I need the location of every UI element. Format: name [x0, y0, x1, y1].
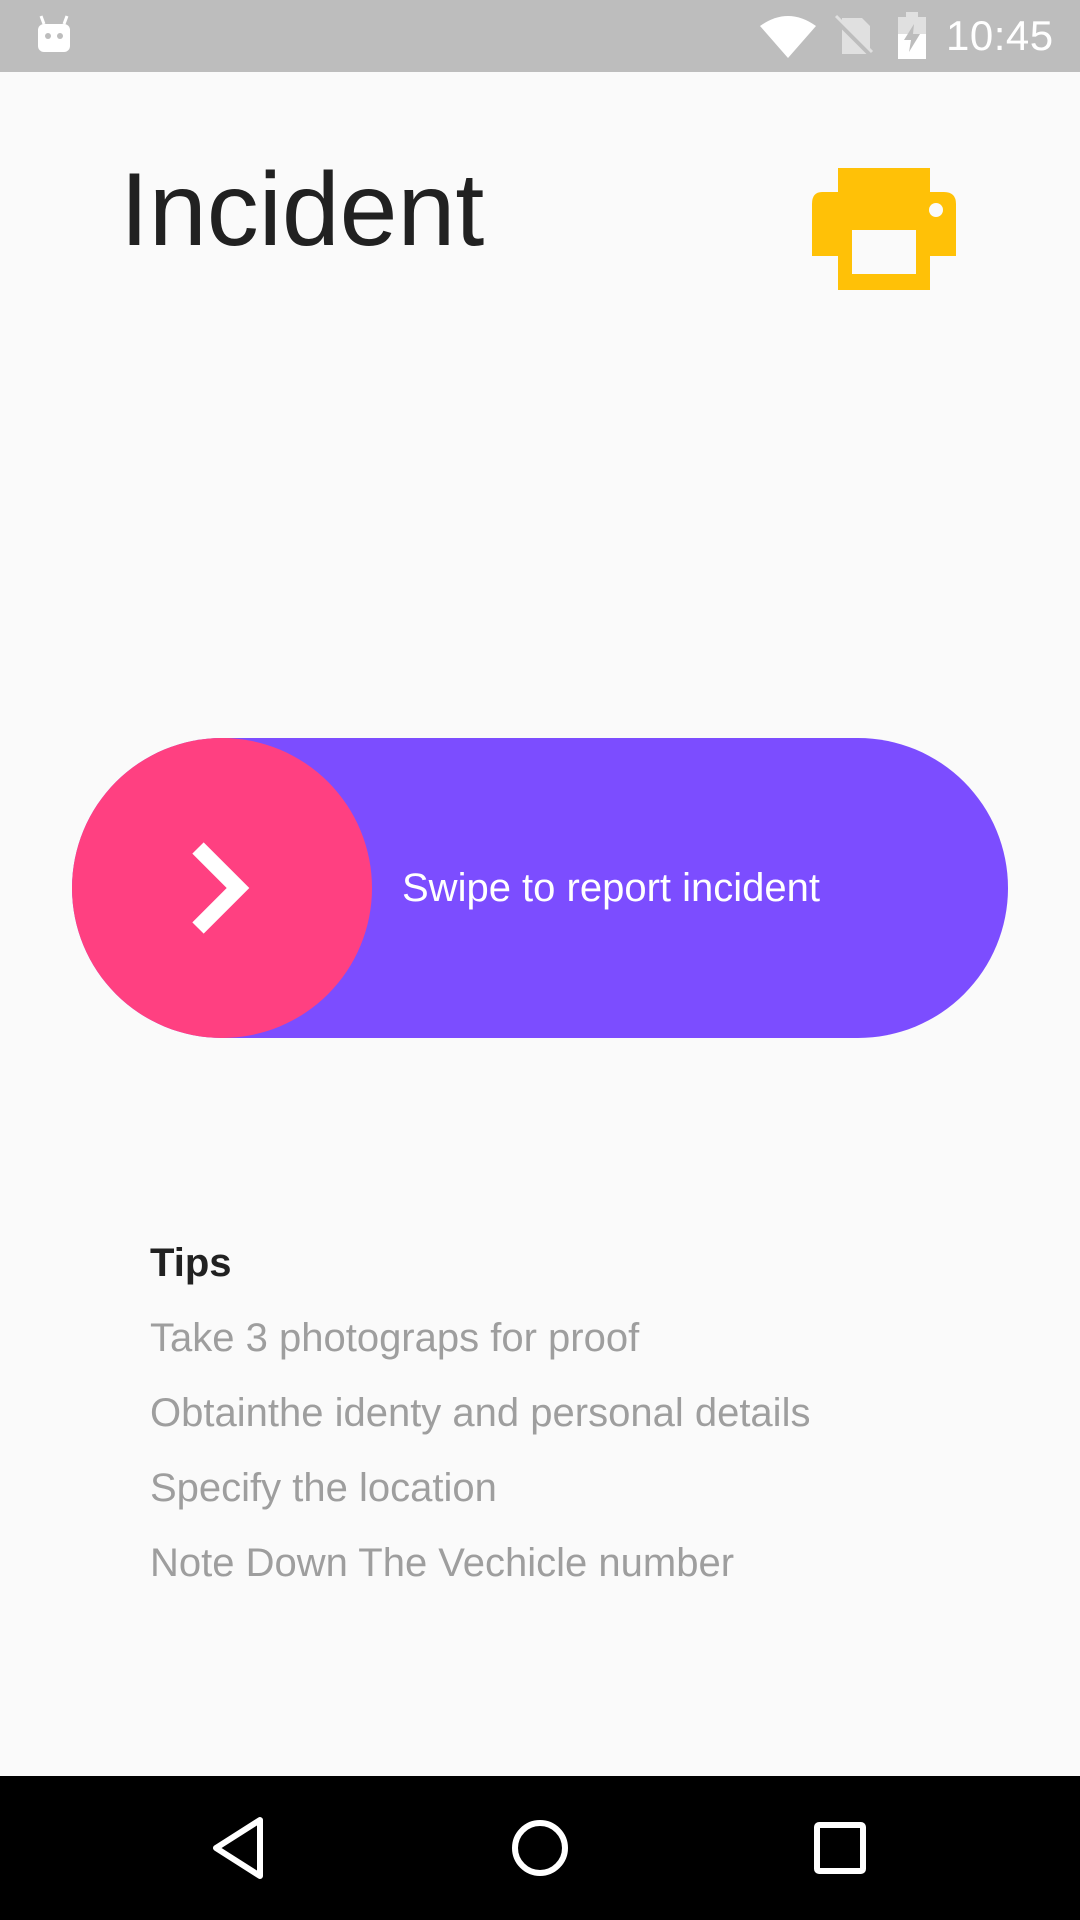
android-icon — [36, 14, 72, 54]
navigation-bar — [0, 1776, 1080, 1920]
back-icon — [213, 1817, 263, 1879]
swipe-label: Swipe to report incident — [402, 866, 821, 910]
print-button[interactable] — [812, 160, 956, 290]
battery-charging-icon — [896, 12, 928, 60]
status-bar: 10:45 — [0, 0, 1080, 72]
tip-item: Take 3 photograps for proof — [150, 1316, 640, 1360]
printer-icon — [812, 168, 956, 290]
swipe-to-report-slider[interactable]: Swipe to report incident — [72, 738, 1008, 1038]
back-button[interactable] — [190, 1798, 290, 1898]
recents-icon — [814, 1822, 866, 1874]
home-button[interactable] — [490, 1798, 590, 1898]
chevron-right-icon — [192, 842, 250, 934]
tips-heading: Tips — [150, 1241, 232, 1285]
status-clock: 10:45 — [946, 12, 1054, 59]
no-sim-icon — [832, 14, 876, 58]
swipe-thumb[interactable] — [72, 738, 372, 1038]
wifi-icon — [760, 14, 816, 58]
home-icon — [512, 1820, 568, 1876]
tip-item: Note Down The Vechicle number — [150, 1541, 735, 1585]
tip-item: Specify the location — [150, 1466, 497, 1510]
tip-item: Obtainthe identy and personal details — [150, 1391, 811, 1435]
page-title: Incident — [120, 152, 485, 268]
recents-button[interactable] — [790, 1798, 890, 1898]
tips-section: Tips Take 3 photograps for proof Obtaint… — [150, 1235, 1010, 1610]
